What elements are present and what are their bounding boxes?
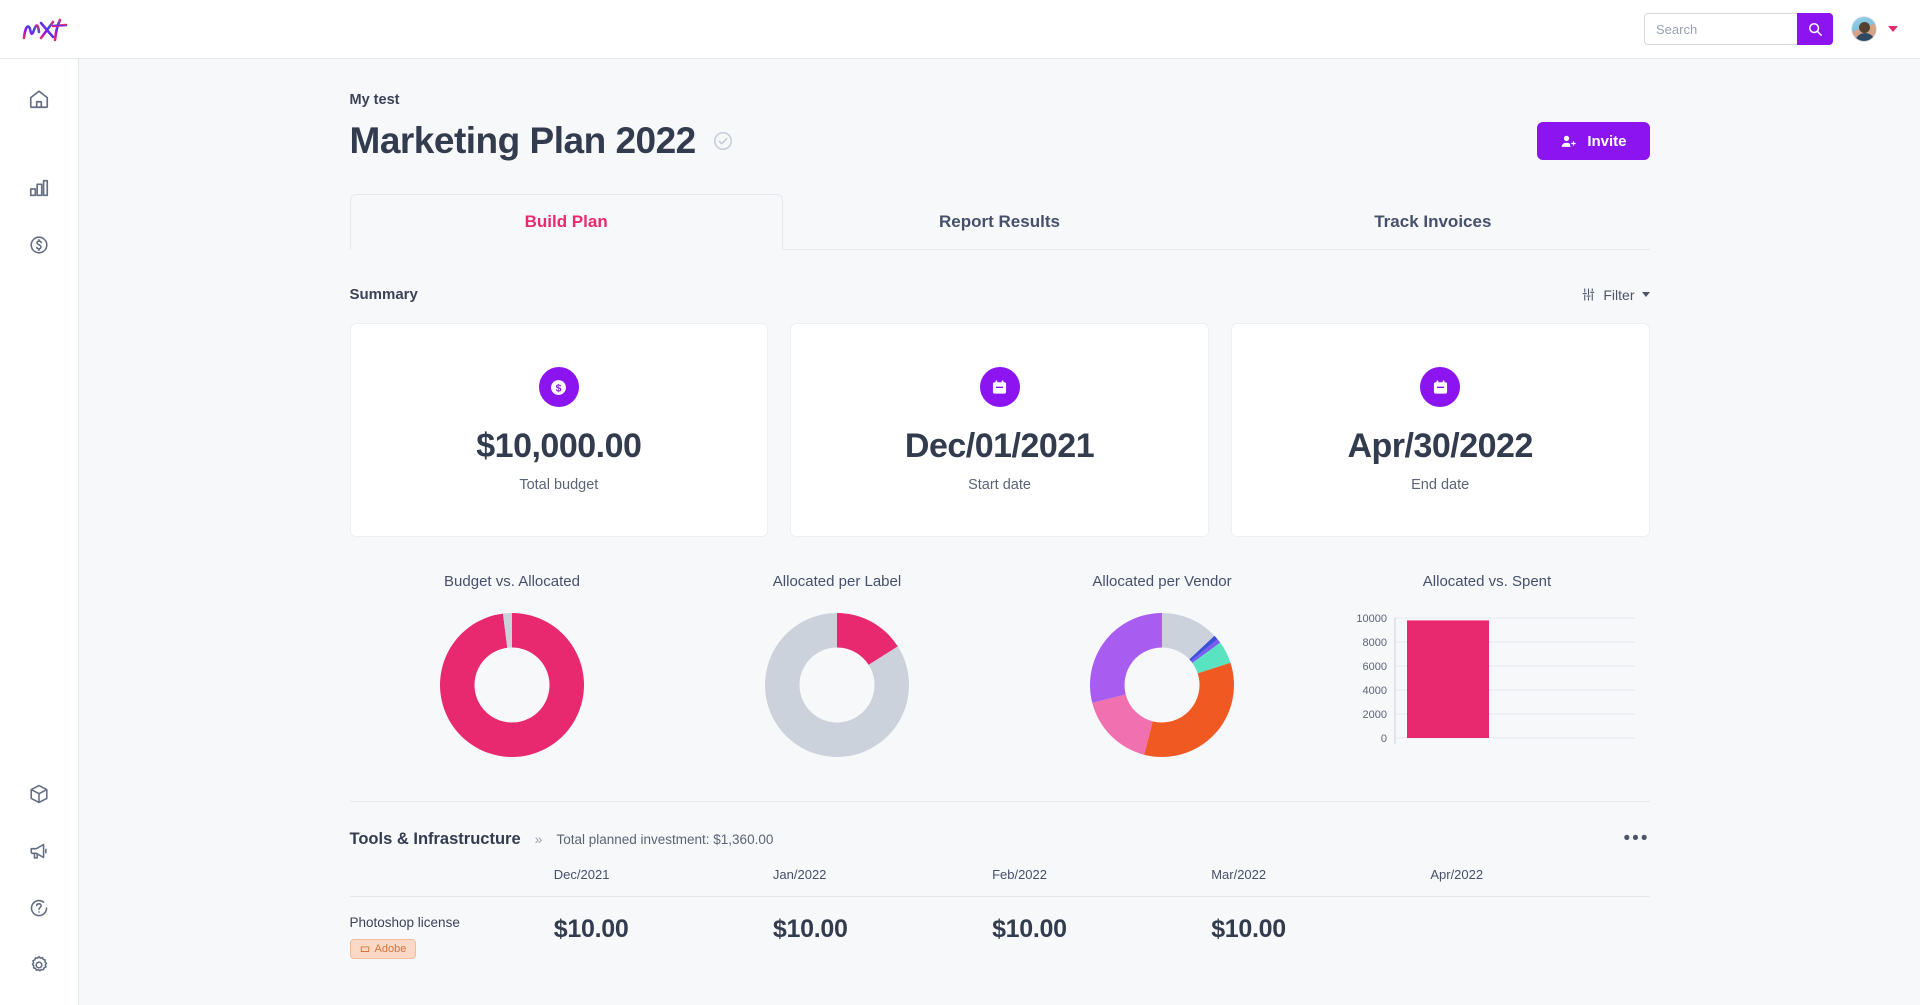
bar-chart[interactable]: 0 2000 4000 6000 8000 10000 (1337, 610, 1637, 760)
search-input[interactable] (1644, 13, 1797, 45)
section-subtitle: Total planned investment: $1,360.00 (556, 832, 774, 847)
invite-button-label: Invite (1587, 132, 1627, 150)
chart-allocated-vs-spent: Allocated vs. Spent 0 2000 4000 6000 8000 100… (1325, 573, 1650, 760)
tab-build-plan[interactable]: Build Plan (349, 194, 783, 250)
nxt-logo[interactable] (18, 12, 74, 46)
sidebar-item-home[interactable] (17, 77, 61, 121)
sidebar-bottom-group (17, 772, 61, 1005)
column-header-dec-2021: Dec/2021 (553, 867, 773, 897)
column-header-apr-2022: Apr/2022 (1430, 867, 1650, 897)
summary-heading: Summary (349, 286, 418, 303)
row-value-jan-2022[interactable]: $10.00 (773, 897, 992, 960)
summary-card-start-date: Dec/01/2021 Start date (790, 323, 1209, 537)
chart-title: Allocated per Vendor (1092, 573, 1232, 590)
chart-budget-vs-allocated: Budget vs. Allocated (350, 573, 675, 760)
y-axis-tick-label: 6000 (1363, 661, 1387, 673)
sidebar-item-announcements[interactable] (17, 829, 61, 873)
calendar-icon (979, 367, 1020, 407)
sidebar-item-budget[interactable] (17, 223, 61, 267)
calendar-icon (1420, 367, 1461, 407)
summary-card-total-budget: $ $10,000.00 Total budget (349, 323, 769, 537)
y-axis-tick-label: 0 (1381, 733, 1387, 745)
chart-allocated-per-vendor: Allocated per Vendor (1000, 573, 1325, 760)
summary-card-label: Total budget (519, 477, 599, 493)
sidebar-rail (0, 59, 79, 1005)
sliders-icon (1581, 287, 1596, 302)
donut-slice[interactable] (1090, 613, 1162, 703)
section-header: Tools & Infrastructure » Total planned i… (350, 829, 1650, 849)
summary-card-value: Dec/01/2021 (904, 427, 1095, 465)
dollar-circle-icon: $ (538, 367, 579, 407)
column-header-jan-2022: Jan/2022 (772, 867, 993, 897)
title-row: Marketing Plan 2022 Invite (350, 120, 1650, 162)
sidebar-item-settings[interactable] (17, 943, 61, 987)
top-bar (0, 0, 1920, 59)
chevron-down-icon (1641, 292, 1650, 297)
app-root: » My test Marketing Plan 2022 (0, 0, 1920, 1005)
plan-table: Dec/2021 Jan/2022 Feb/2022 Mar/2022 Apr/… (349, 867, 1650, 960)
donut-slice[interactable] (1092, 694, 1153, 755)
summary-card-label: End date (1411, 477, 1470, 493)
sidebar-item-analytics[interactable] (17, 166, 61, 210)
chart-title: Allocated per Label (772, 573, 902, 590)
page-title: Marketing Plan 2022 (349, 120, 697, 161)
row-name-cell: Photoshop license Adobe (349, 897, 554, 959)
search-button[interactable] (1797, 13, 1833, 45)
column-header-name (349, 867, 554, 897)
tab-report-results[interactable]: Report Results (783, 194, 1216, 249)
section-title: Tools & Infrastructure (349, 830, 521, 848)
vendor-tag[interactable]: Adobe (349, 939, 417, 959)
main-area: My test Marketing Plan 2022 Invite Build… (79, 59, 1920, 1005)
summary-card-value: $10,000.00 (476, 427, 642, 465)
row-item-name: Photoshop license (349, 915, 460, 930)
search-box[interactable] (1644, 13, 1833, 45)
summary-card-end-date: Apr/30/2022 End date (1230, 323, 1650, 537)
donut-chart[interactable] (762, 610, 912, 760)
row-value-feb-2022[interactable]: $10.00 (992, 897, 1211, 960)
row-value-dec-2021[interactable]: $10.00 (554, 897, 773, 960)
sidebar-item-help[interactable] (17, 886, 61, 930)
y-axis-tick-label: 4000 (1363, 685, 1387, 697)
summary-header: Summary Filter (350, 286, 1650, 303)
tag-icon (360, 944, 370, 954)
user-plus-icon (1560, 133, 1577, 150)
donut-chart[interactable] (437, 610, 587, 760)
tag-label: Adobe (374, 943, 407, 955)
chart-title: Allocated vs. Spent (1422, 573, 1552, 590)
y-axis-tick-label: 8000 (1363, 637, 1387, 649)
summary-card-label: Start date (968, 477, 1031, 493)
section-separator: » (534, 831, 543, 847)
tab-bar: Build Plan Report Results Track Invoices (349, 194, 1650, 250)
filter-label: Filter (1603, 286, 1635, 303)
check-circle-icon (712, 130, 734, 152)
sidebar-item-integrations[interactable] (17, 772, 61, 816)
charts-row: Budget vs. Allocated Allocated per Label… (350, 573, 1650, 760)
column-header-mar-2022: Mar/2022 (1211, 867, 1431, 897)
donut-chart[interactable] (1087, 610, 1237, 760)
section-divider (349, 801, 1650, 802)
column-header-feb-2022: Feb/2022 (992, 867, 1212, 897)
row-value-apr-2022[interactable] (1430, 897, 1649, 960)
filter-button[interactable]: Filter (1581, 286, 1650, 303)
summary-cards: $ $10,000.00 Total budget Dec/01/2021 St… (349, 323, 1650, 537)
top-bar-right (1644, 13, 1898, 45)
chart-allocated-per-label: Allocated per Label (675, 573, 1000, 760)
invite-button[interactable]: Invite (1537, 122, 1650, 160)
row-value-mar-2022[interactable]: $10.00 (1211, 897, 1430, 960)
avatar[interactable] (1851, 16, 1877, 42)
summary-card-value: Apr/30/2022 (1347, 427, 1533, 465)
table-header-row: Dec/2021 Jan/2022 Feb/2022 Mar/2022 Apr/… (349, 867, 1650, 897)
bar[interactable] (1407, 620, 1489, 738)
y-axis-tick-label: 10000 (1356, 613, 1387, 625)
breadcrumb[interactable]: My test (350, 92, 1650, 108)
tab-track-invoices[interactable]: Track Invoices (1216, 194, 1649, 249)
svg-text:$: $ (556, 382, 562, 394)
table-row[interactable]: Photoshop license Adobe $10.00 $10.00 $1… (349, 897, 1650, 960)
y-axis-tick-label: 2000 (1363, 709, 1387, 721)
section-menu-button[interactable]: ••• (1624, 829, 1650, 848)
donut-slice[interactable] (1144, 662, 1234, 757)
chart-title: Budget vs. Allocated (444, 573, 580, 590)
chevron-down-icon[interactable] (1888, 26, 1898, 32)
